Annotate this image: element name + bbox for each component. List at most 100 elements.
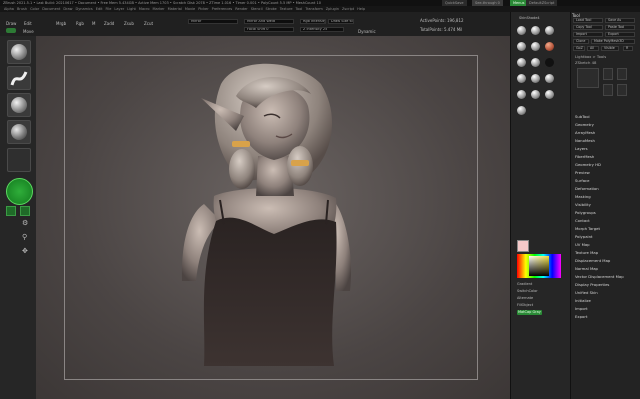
lock-icon[interactable]: ⚲ [22, 233, 27, 241]
menu-edit[interactable]: Edit [96, 7, 103, 11]
color-picker-swatch[interactable] [6, 178, 33, 205]
goz-button[interactable]: GoZ [573, 46, 585, 51]
menu-marker[interactable]: Marker [153, 7, 165, 11]
menu-light[interactable]: Light [127, 7, 136, 11]
color-picker-hue[interactable] [517, 254, 561, 278]
menu-macro[interactable]: Macro [139, 7, 150, 11]
section-contact[interactable]: Contact [575, 218, 590, 223]
section-polypaint[interactable]: Polypaint [575, 234, 592, 239]
section-initialize[interactable]: Initialize [575, 298, 591, 303]
zcut-label[interactable]: Zcut [144, 21, 153, 26]
import-button[interactable]: Import [573, 32, 603, 37]
menu-tool[interactable]: Tool [296, 7, 303, 11]
section-import[interactable]: Import [575, 306, 588, 311]
material-flat-color[interactable] [517, 26, 526, 35]
section-masking[interactable]: Masking [575, 194, 591, 199]
section-polygroups[interactable]: Polygroups [575, 210, 596, 215]
section-deformation[interactable]: Deformation [575, 186, 599, 191]
draw-toggle[interactable] [6, 28, 16, 33]
section-layers[interactable]: Layers [575, 146, 588, 151]
canvas-viewport[interactable] [36, 36, 510, 399]
section-geometry-hd[interactable]: Geometry HD [575, 162, 601, 167]
all-button[interactable]: All [587, 46, 599, 51]
menu-alpha[interactable]: Alpha [4, 7, 14, 11]
menu-render[interactable]: Render [235, 7, 247, 11]
copy-tool-button[interactable]: Copy Tool [573, 25, 603, 30]
material-gel[interactable] [531, 90, 540, 99]
alternate-color-button[interactable] [20, 206, 30, 216]
section-visibility[interactable]: Visibility [575, 202, 591, 207]
main-color-swatch[interactable] [517, 240, 529, 252]
tool-thumbnail-4[interactable] [603, 84, 613, 96]
focal-shift-field[interactable]: Focal Shift 0 [244, 27, 294, 32]
texture-button[interactable] [7, 120, 31, 144]
m-label[interactable]: M [92, 21, 95, 26]
menu-help[interactable]: Help [357, 7, 365, 11]
menu-document[interactable]: Document [42, 7, 60, 11]
lightbox-tools-link[interactable]: Lightbox > Tools [575, 54, 606, 59]
menu-zscript[interactable]: Zscript [342, 7, 354, 11]
z-intensity-field[interactable]: Z Intensity 25 [300, 27, 344, 32]
section-displacement-map[interactable]: Displacement Map [575, 258, 610, 263]
save-as-button[interactable]: Save As [605, 18, 635, 23]
switch-color-button[interactable] [6, 206, 16, 216]
material-chalk[interactable] [517, 42, 526, 51]
menu-file[interactable]: File [106, 7, 112, 11]
menu-draw[interactable]: Draw [63, 7, 72, 11]
stroke-button[interactable] [7, 66, 31, 90]
material-plastic[interactable] [517, 106, 526, 115]
section-nanomesh[interactable]: NanoMesh [575, 138, 595, 143]
matcap-gray-button[interactable]: MatCap Gray [517, 310, 542, 315]
material-basic[interactable] [531, 26, 540, 35]
move-icon[interactable]: ✥ [22, 247, 28, 255]
section-vector-displacement-map[interactable]: Vector Displacement Map [575, 274, 624, 279]
rgb-intensity-field[interactable]: Rgb Intensity 100 [300, 19, 326, 24]
material-wax[interactable] [517, 90, 526, 99]
material-skin[interactable] [545, 90, 554, 99]
tool-thumbnail-2[interactable] [603, 68, 613, 80]
zsub-label[interactable]: Zsub [124, 21, 134, 26]
gradient-label[interactable]: Gradient [517, 282, 532, 286]
visible-button[interactable]: Visible [601, 46, 619, 51]
menu-preferences[interactable]: Preferences [212, 7, 233, 11]
alpha-button[interactable] [7, 93, 31, 117]
menu-texture[interactable]: Texture [280, 7, 293, 11]
menu-brush[interactable]: Brush [17, 7, 27, 11]
dynamic-label[interactable]: Dynamic [358, 29, 376, 34]
standard-brush-button[interactable] [7, 40, 31, 64]
fill-object-label[interactable]: FillObject [517, 303, 533, 307]
menu-movie[interactable]: Movie [185, 7, 195, 11]
section-preview[interactable]: Preview [575, 170, 590, 175]
section-display-properties[interactable]: Display Properties [575, 282, 609, 287]
menu-dynamics[interactable]: Dynamics [76, 7, 93, 11]
menu-material[interactable]: Material [168, 7, 182, 11]
menu-stroke[interactable]: Stroke [266, 7, 277, 11]
zadd-label[interactable]: Zadd [104, 21, 114, 26]
menu-zplugin[interactable]: Zplugin [326, 7, 339, 11]
material-sketch[interactable] [531, 74, 540, 83]
ac50-field[interactable]: Mirror And Weld [244, 19, 294, 24]
menu-color[interactable]: Color [30, 7, 39, 11]
material-fibers[interactable] [517, 58, 526, 67]
make-polymesh-button[interactable]: Make PolyMesh3D [591, 39, 635, 44]
menu-layer[interactable]: Layer [114, 7, 124, 11]
mrgb-label[interactable]: Mrgb [56, 21, 66, 26]
alternate-label[interactable]: Alternate [517, 296, 533, 300]
tool-thumbnail-figure[interactable] [577, 68, 599, 88]
edit-mode-label[interactable]: Edit [24, 21, 32, 26]
section-uv-map[interactable]: UV Map [575, 242, 590, 247]
draw-size-field[interactable]: Draw Size 64 [328, 19, 354, 24]
section-arraymesh[interactable]: ArrayMesh [575, 130, 595, 135]
clone-button[interactable]: Clone [573, 39, 589, 44]
menu-stencil[interactable]: Stencil [251, 7, 263, 11]
move-mode-label[interactable]: Move [23, 29, 34, 34]
switch-color-label[interactable]: SwitchColor [517, 289, 538, 293]
tool-thumbnail-5[interactable] [617, 84, 627, 96]
menu-picker[interactable]: Picker [198, 7, 208, 11]
section-unified-skin[interactable]: Unified Skin [575, 290, 598, 295]
paste-tool-button[interactable]: Paste Tool [605, 25, 635, 30]
gear-icon[interactable]: ⚙ [22, 219, 28, 227]
r-button[interactable]: R [623, 46, 633, 51]
material-metal[interactable] [531, 58, 540, 67]
sculpt-bust[interactable] [36, 36, 510, 399]
